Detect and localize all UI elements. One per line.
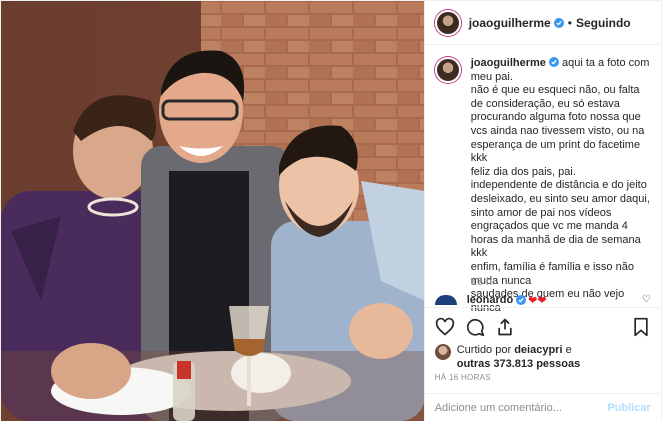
save-button[interactable] <box>631 317 651 337</box>
caption-avatar[interactable] <box>434 57 461 83</box>
post-photo[interactable] <box>1 1 424 421</box>
separator-dot: • <box>567 15 572 30</box>
comment-icon <box>466 318 484 336</box>
verified-icon <box>516 295 527 305</box>
caption-text: joaoguilherme aqui ta a foto com meu pai… <box>471 57 651 314</box>
publish-button[interactable]: Publicar <box>607 402 650 414</box>
post-timestamp[interactable]: HÁ 16 HORAS <box>435 373 491 382</box>
author-avatar[interactable] <box>434 9 461 36</box>
share-icon <box>498 318 512 335</box>
caption: joaoguilherme aqui ta a foto com meu pai… <box>425 57 661 314</box>
likes-text: Curtido por deiacypri e outras 373.813 p… <box>457 343 581 371</box>
likes-summary: Curtido por deiacypri e outras 373.813 p… <box>434 343 655 371</box>
following-button[interactable]: Seguindo <box>576 16 631 30</box>
like-button[interactable] <box>435 317 455 337</box>
share-button[interactable] <box>495 317 515 337</box>
instagram-post: joaoguilherme • Seguindo joaoguilherme a… <box>0 0 662 421</box>
liker-avatar[interactable] <box>434 344 451 360</box>
likes-connector: e <box>565 344 572 356</box>
photo-image <box>1 1 424 421</box>
commenter-avatar[interactable] <box>434 295 457 305</box>
caption-username[interactable]: joaoguilherme <box>471 57 546 69</box>
action-bar <box>424 307 661 345</box>
caption-body: não é que eu esqueci não, ou falta de co… <box>470 84 650 314</box>
commenter-username[interactable]: leonardo <box>467 294 513 306</box>
comment-row: leonardo ❤❤ ♡ <box>434 292 653 308</box>
verified-icon <box>553 17 564 28</box>
comment-input[interactable]: Adicione um comentário... <box>435 402 608 414</box>
heart-icon <box>435 317 454 336</box>
liker-username[interactable]: deiacypri <box>514 344 562 356</box>
likes-prefix: Curtido por <box>456 344 512 356</box>
comment-button[interactable] <box>465 317 485 337</box>
author-username[interactable]: joaoguilherme <box>469 16 551 30</box>
bookmark-icon <box>634 317 648 336</box>
post-header: joaoguilherme • Seguindo <box>424 1 661 45</box>
caption-time: 16 h <box>470 276 493 288</box>
likes-count[interactable]: outras 373.813 pessoas <box>457 358 581 370</box>
comment-like-icon[interactable]: ♡ <box>642 294 651 305</box>
add-comment-bar: Adicione um comentário... Publicar <box>424 393 661 421</box>
comment-text: ❤❤ <box>528 294 547 307</box>
post-side-panel: joaoguilherme • Seguindo joaoguilherme a… <box>423 1 661 421</box>
verified-icon <box>548 57 559 67</box>
